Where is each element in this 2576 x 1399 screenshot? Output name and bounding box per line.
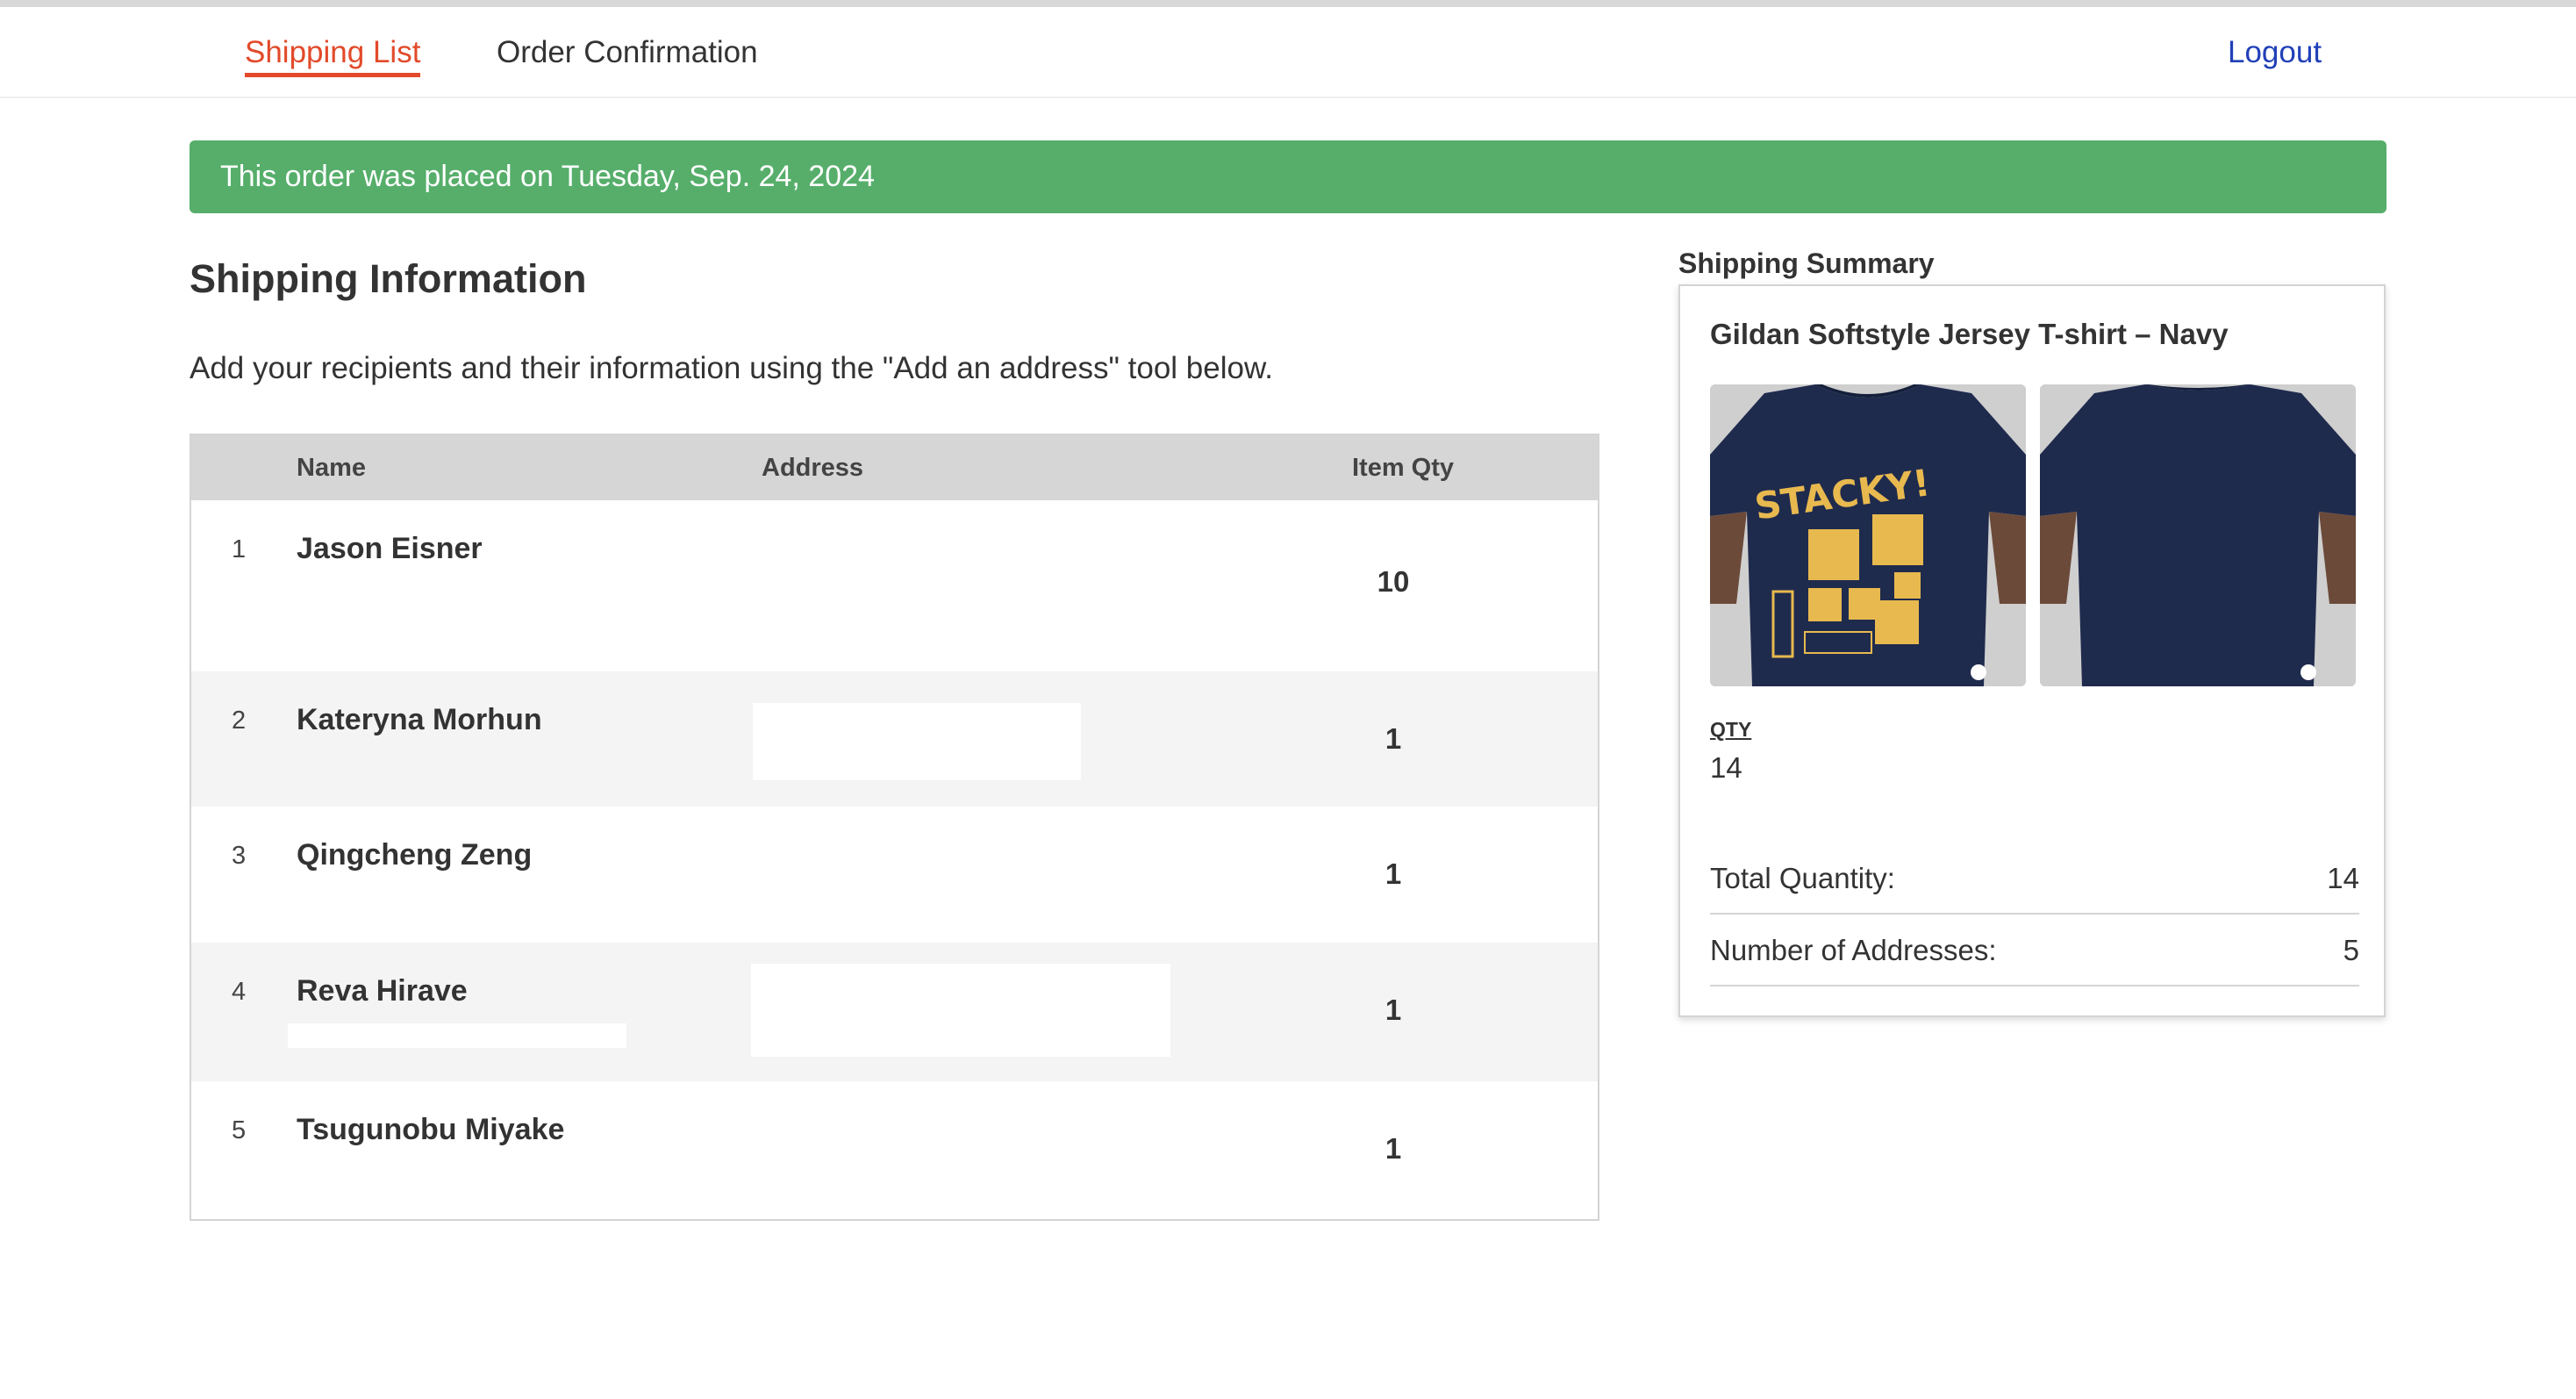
redacted-address — [753, 703, 1081, 780]
row-index: 3 — [232, 842, 247, 870]
table-row[interactable]: 4 Reva Hirave 1 — [191, 943, 1598, 1081]
table-row[interactable]: 2 Kateryna Morhun 1 — [191, 671, 1598, 807]
redacted-detail — [288, 1023, 626, 1048]
row-index: 4 — [232, 978, 247, 1006]
logout-link[interactable]: Logout — [2228, 33, 2322, 72]
shirt-front-image[interactable]: STACKY! — [1710, 384, 2026, 686]
row-index: 1 — [232, 535, 247, 563]
qty-label: QTY — [1710, 718, 1752, 741]
shirt-back-illustration — [2040, 384, 2356, 686]
number-of-addresses-row: Number of Addresses: 5 — [1710, 915, 2359, 986]
qty-value: 14 — [1710, 751, 1742, 784]
top-navbar: Shipping List Order Confirmation Logout — [0, 7, 2576, 98]
number-of-addresses-label: Number of Addresses: — [1710, 934, 1997, 966]
total-quantity-label: Total Quantity: — [1710, 862, 1895, 894]
row-index: 2 — [232, 707, 247, 735]
recipient-name: Kateryna Morhun — [297, 703, 542, 736]
recipient-name: Jason Eisner — [297, 532, 483, 565]
recipient-item-qty: 1 — [1385, 857, 1402, 890]
nav-shipping-list-label: Shipping List — [245, 35, 421, 69]
column-header-item-qty: Item Qty — [1352, 454, 1455, 482]
order-placed-banner: This order was placed on Tuesday, Sep. 2… — [190, 140, 2386, 213]
shipping-summary-title: Shipping Summary — [1678, 248, 1935, 279]
active-tab-underline — [245, 73, 421, 77]
total-quantity-row: Total Quantity: 14 — [1710, 843, 2359, 915]
row-index: 5 — [232, 1116, 247, 1144]
shipping-information-title: Shipping Information — [190, 256, 587, 301]
nav-shipping-list[interactable]: Shipping List — [245, 33, 421, 77]
table-row[interactable]: 5 Tsugunobu Miyake 1 — [191, 1081, 1598, 1219]
recipient-item-qty: 1 — [1385, 722, 1402, 755]
table-header: Name Address Item Qty — [191, 435, 1598, 500]
product-name: Gildan Softstyle Jersey T-shirt – Navy — [1710, 318, 2229, 350]
top-rule — [0, 0, 2576, 7]
table-row[interactable]: 1 Jason Eisner 10 — [191, 500, 1598, 671]
recipient-item-qty: 10 — [1377, 565, 1410, 598]
table-row[interactable]: 3 Qingcheng Zeng 1 — [191, 807, 1598, 943]
recipient-name: Tsugunobu Miyake — [297, 1113, 565, 1146]
column-header-address: Address — [762, 454, 864, 482]
redacted-address — [751, 964, 1170, 1057]
total-quantity-value: 14 — [2327, 862, 2359, 894]
recipients-table: Name Address Item Qty 1 Jason Eisner 10 … — [190, 434, 1599, 1221]
column-header-name: Name — [297, 454, 366, 482]
recipient-item-qty: 1 — [1385, 994, 1402, 1026]
recipient-name: Reva Hirave — [297, 974, 468, 1008]
number-of-addresses-value: 5 — [2343, 934, 2359, 966]
nav-order-confirmation[interactable]: Order Confirmation — [497, 33, 758, 72]
recipient-name: Qingcheng Zeng — [297, 838, 533, 872]
shipping-information-description: Add your recipients and their informatio… — [190, 351, 1274, 385]
shirt-front-illustration: STACKY! — [1710, 384, 2026, 686]
shirt-back-image[interactable] — [2040, 384, 2356, 686]
recipient-item-qty: 1 — [1385, 1132, 1402, 1165]
shipping-summary-card: Gildan Softstyle Jersey T-shirt – Navy S… — [1678, 284, 2386, 1017]
